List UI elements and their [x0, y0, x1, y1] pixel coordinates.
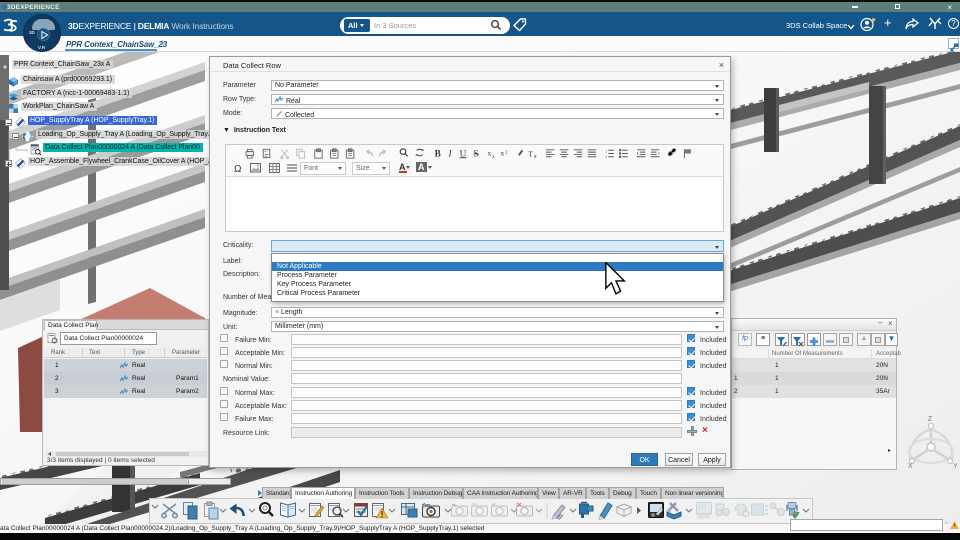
- svg-text:I: I: [448, 149, 453, 159]
- svg-text:T: T: [528, 149, 533, 158]
- svg-text:U: U: [460, 149, 467, 159]
- svg-text:B: B: [435, 149, 441, 159]
- svg-text:x: x: [534, 154, 537, 160]
- svg-text:X: X: [908, 463, 913, 469]
- svg-text:Ω: Ω: [234, 164, 242, 175]
- svg-text:x: x: [501, 148, 505, 157]
- svg-text:S: S: [474, 149, 479, 159]
- svg-text:x: x: [488, 148, 492, 157]
- svg-text:2: 2: [505, 151, 508, 156]
- svg-text:Z: Z: [928, 416, 933, 423]
- svg-text:2: 2: [605, 155, 607, 159]
- svg-text:1: 1: [605, 150, 607, 154]
- svg-text:2: 2: [492, 155, 495, 160]
- svg-text:Y: Y: [953, 463, 958, 469]
